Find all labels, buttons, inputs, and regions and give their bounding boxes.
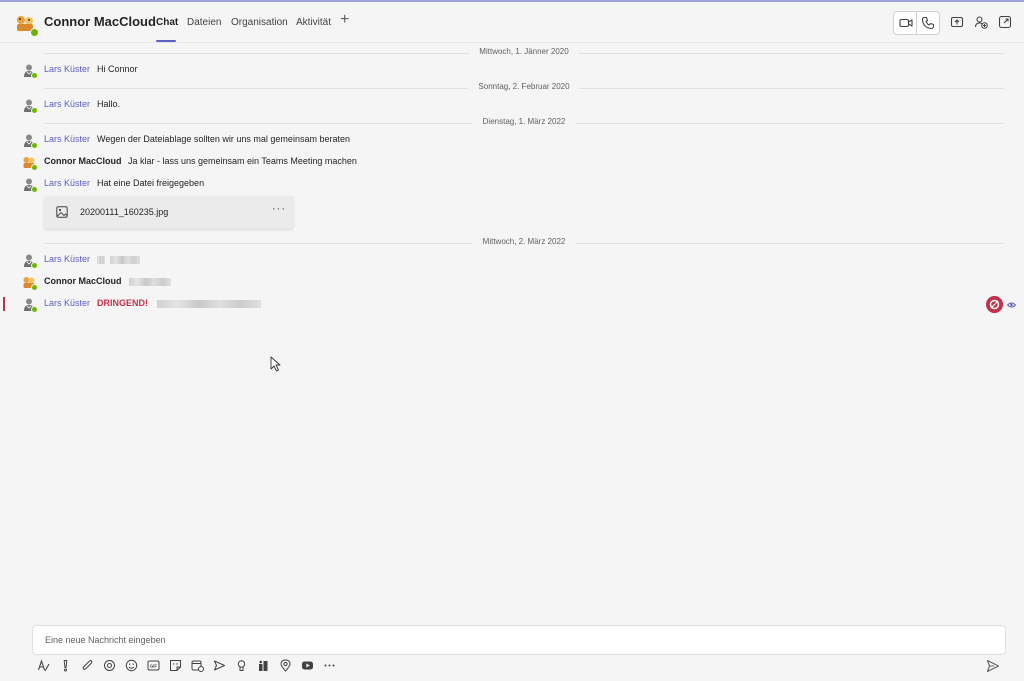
image-file-icon — [56, 206, 68, 218]
contact-name: Connor MacCloud — [44, 14, 156, 29]
sender-name[interactable]: Lars Küster — [44, 178, 90, 188]
date-separator: Sonntag, 2. Februar 2020 — [44, 82, 1004, 94]
presence-available-icon — [31, 164, 38, 171]
presence-available-icon — [31, 142, 38, 149]
compose-placeholder: Eine neue Nachricht eingeben — [45, 635, 166, 645]
sender-name[interactable]: Lars Küster — [44, 254, 90, 264]
share-screen-icon[interactable] — [950, 15, 964, 29]
file-name[interactable]: 20200111_160235.jpg — [80, 207, 168, 217]
sender-avatar[interactable] — [22, 177, 38, 193]
date-separator: Dienstag, 1. März 2022 — [44, 117, 1004, 129]
sender-avatar[interactable] — [22, 98, 38, 114]
date-separator: Mittwoch, 1. Jänner 2020 — [44, 47, 1004, 59]
message-text: Hi Connor — [97, 64, 138, 74]
header-separator — [0, 42, 1024, 43]
presence-available-icon — [31, 284, 38, 291]
praise-icon[interactable] — [235, 659, 248, 672]
message-row: Connor MacCloud — [22, 275, 1022, 291]
presence-available-icon — [31, 107, 38, 114]
tab-files[interactable]: Dateien — [187, 17, 221, 28]
redacted-text — [97, 256, 105, 264]
call-divider — [916, 12, 917, 34]
sender-name[interactable]: Lars Küster — [44, 134, 90, 144]
sender-name[interactable]: Connor MacCloud — [44, 156, 122, 166]
call-button-group — [893, 11, 940, 35]
presence-available-icon — [31, 262, 38, 269]
apps-icon[interactable] — [257, 659, 270, 672]
sender-avatar[interactable] — [22, 63, 38, 79]
sender-name[interactable]: Connor MacCloud — [44, 276, 122, 286]
message-row: Connor MacCloud Ja klar - lass uns gemei… — [22, 155, 1022, 171]
add-tab-button[interactable]: + — [340, 12, 349, 28]
gif-icon[interactable]: GIF — [147, 659, 160, 672]
message-text: Wegen der Dateiablage sollten wir uns ma… — [97, 134, 350, 144]
file-more-options-button[interactable]: ··· — [272, 203, 286, 215]
seen-eye-icon — [1007, 302, 1016, 308]
sender-name[interactable]: Lars Küster — [44, 64, 90, 74]
date-label: Dienstag, 1. März 2022 — [472, 117, 576, 126]
message-row: Lars Küster — [22, 253, 1022, 269]
message-row: Lars Küster Hallo. — [22, 98, 1022, 114]
video-call-icon[interactable] — [899, 16, 913, 30]
date-label: Mittwoch, 2. März 2022 — [472, 237, 576, 246]
file-attachment-card[interactable]: 20200111_160235.jpg ··· — [44, 196, 294, 229]
message-row: Lars Küster Hi Connor — [22, 63, 1022, 79]
message-row: Lars Küster Hat eine Datei freigegeben — [22, 177, 1022, 193]
sender-name[interactable]: Lars Küster — [44, 99, 90, 109]
message-text: Ja klar - lass uns gemeinsam ein Teams M… — [128, 156, 357, 166]
presence-available-icon — [31, 72, 38, 79]
sender-avatar[interactable] — [22, 275, 38, 291]
presence-available-icon — [30, 28, 39, 37]
audio-call-icon[interactable] — [921, 16, 935, 30]
redacted-text — [157, 300, 261, 308]
presence-available-icon — [31, 306, 38, 313]
sender-avatar[interactable] — [22, 155, 38, 171]
message-text: Hat eine Datei freigegeben — [97, 178, 205, 188]
add-people-icon[interactable] — [974, 15, 988, 29]
presence-available-icon — [31, 186, 38, 193]
send-icon[interactable] — [986, 659, 1000, 673]
tab-organization[interactable]: Organisation — [231, 17, 288, 28]
urgent-message-indicator — [3, 297, 5, 311]
youtube-icon[interactable] — [301, 659, 314, 672]
chat-header: Connor MacCloud Chat Dateien Organisatio… — [0, 2, 1024, 42]
svg-text:GIF: GIF — [150, 664, 157, 669]
mouse-cursor-icon — [270, 356, 281, 372]
date-label: Mittwoch, 1. Jänner 2020 — [469, 47, 579, 56]
message-row: Lars Küster Wegen der Dateiablage sollte… — [22, 133, 1022, 149]
urgent-notification-icon — [986, 296, 1003, 313]
tab-activity[interactable]: Aktivität — [296, 17, 331, 28]
sender-avatar[interactable] — [22, 297, 38, 313]
date-label: Sonntag, 2. Februar 2020 — [468, 82, 580, 91]
message-row: Lars Küster DRINGEND! — [22, 297, 1022, 313]
redacted-text — [129, 278, 171, 286]
date-separator: Mittwoch, 2. März 2022 — [44, 237, 1004, 249]
format-icon[interactable] — [37, 659, 50, 672]
attach-icon[interactable] — [81, 659, 94, 672]
sender-avatar[interactable] — [22, 253, 38, 269]
schedule-meeting-icon[interactable] — [191, 659, 204, 672]
redacted-text — [110, 256, 140, 264]
sender-avatar[interactable] — [22, 133, 38, 149]
urgent-label: DRINGEND! — [97, 298, 148, 308]
tab-chat[interactable]: Chat — [156, 17, 178, 28]
send-later-icon[interactable] — [213, 659, 226, 672]
more-options-icon[interactable] — [323, 659, 336, 672]
sender-name[interactable]: Lars Küster — [44, 298, 90, 308]
important-icon[interactable] — [59, 659, 72, 672]
pop-out-icon[interactable] — [998, 15, 1012, 29]
emoji-icon[interactable] — [125, 659, 138, 672]
loop-icon[interactable] — [103, 659, 116, 672]
message-compose-box[interactable]: Eine neue Nachricht eingeben — [32, 625, 1006, 655]
sticker-icon[interactable] — [169, 659, 182, 672]
location-icon[interactable] — [279, 659, 292, 672]
message-text: Hallo. — [97, 99, 121, 109]
